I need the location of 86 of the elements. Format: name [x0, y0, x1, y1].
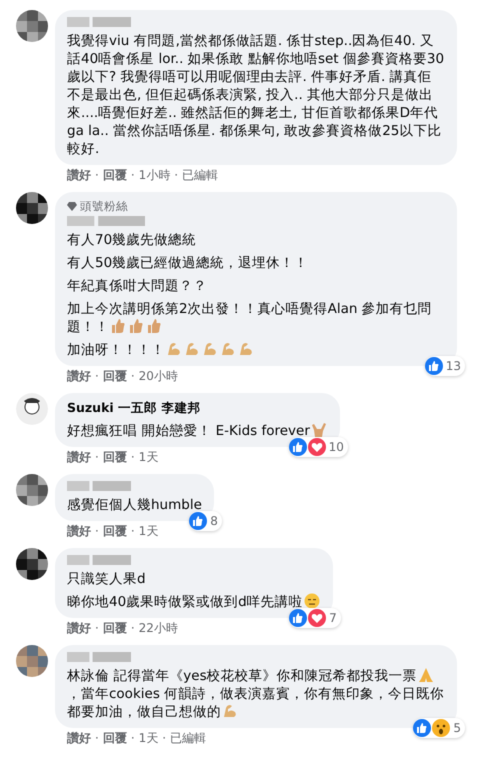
thumbs-up-icon	[128, 318, 144, 334]
blurred-name	[67, 555, 131, 565]
separator-dot: ·	[130, 168, 135, 182]
comment-text: 好想瘋狂唱 開始戀愛！ E-Kids forever	[67, 422, 328, 440]
separator-dot: ·	[130, 731, 135, 745]
wow-reaction-icon	[432, 719, 450, 737]
action-link[interactable]: 讚好	[67, 731, 91, 745]
separator-dot: ·	[130, 369, 135, 383]
love-reaction-icon	[308, 438, 326, 456]
action-link[interactable]: 回覆	[102, 168, 127, 182]
separator-dot: ·	[95, 731, 99, 745]
like-reaction-icon	[424, 357, 443, 375]
action-link[interactable]: 回覆	[102, 621, 127, 635]
separator-dot: ·	[162, 731, 166, 745]
comment-meta: 20小時	[138, 369, 178, 383]
reaction-number: 8	[210, 514, 218, 528]
like-reaction-icon	[289, 609, 308, 627]
comment-meta: 1小時	[138, 168, 170, 182]
comment-meta: 1天	[138, 450, 158, 464]
comment-text: 林詠倫 記得當年《yes校花校草》你和陳冠希都投我一票 ，當年cookies 何韻詩，做表演嘉賓，你有無印象，今日既你都要加油，做自己想做的	[67, 667, 445, 721]
flexed-arm-icon	[202, 341, 218, 357]
avatar[interactable]	[16, 393, 48, 425]
comment-text: 年紀真係咁大問題？？	[67, 277, 208, 295]
like-reaction-icon	[288, 438, 307, 456]
like-reaction-icon	[413, 719, 432, 737]
flexed-arm-icon	[184, 341, 200, 357]
thumbs-up-icon	[146, 318, 162, 334]
badge-label: 頭號粉絲	[80, 199, 128, 214]
love-reaction-icon	[308, 609, 326, 627]
hand-icon	[310, 422, 327, 438]
separator-dot: ·	[95, 621, 99, 635]
comment-text: 睇你地40歲果時做緊或做到d咩先講啦	[67, 593, 321, 611]
comment-text: 感覺佢個人幾humble	[67, 496, 202, 514]
like-reaction-icon	[189, 512, 208, 530]
action-link[interactable]: 讚好	[67, 369, 91, 383]
reaction-number: 13	[446, 359, 461, 373]
separator-dot: ·	[174, 168, 178, 182]
reaction-count[interactable]: 7	[289, 608, 341, 628]
action-link[interactable]: 回覆	[102, 369, 127, 383]
action-link[interactable]: 回覆	[102, 524, 127, 538]
author-name[interactable]: Suzuki 一五郎 李建邦	[67, 400, 328, 417]
separator-dot: ·	[95, 369, 99, 383]
action-link[interactable]: 讚好	[67, 524, 91, 538]
comment-meta: 已編輯	[182, 168, 218, 182]
reaction-count[interactable]: 13	[424, 356, 465, 376]
blurred-name	[67, 17, 131, 27]
action-link[interactable]: 回覆	[102, 731, 127, 745]
face-icon	[304, 593, 320, 609]
comment-text: 有人70幾歲先做總統	[67, 231, 198, 249]
reaction-number: 5	[453, 721, 461, 735]
comment-meta: 22小時	[138, 621, 178, 635]
comment-text: 加上今次講明係第2次出發！！真心唔覺得Alan 參加有乜問題！！	[67, 300, 433, 336]
thumbs-up-icon	[110, 318, 126, 334]
separator-dot: ·	[95, 524, 99, 538]
avatar[interactable]	[16, 10, 48, 42]
reaction-count[interactable]: 5	[413, 718, 465, 738]
avatar[interactable]	[16, 192, 48, 224]
comment-text: 我覺得viu 有問題,當然都係做話題. 係甘step..因為佢40. 又話40唔會係星 lor.. 如果係敢 點解你地唔set 個參賽資格要30歲以下? 我覺得唔可以用呢個理由去評. 件事好矛盾. 講真佢不是最出色, 但佢起碼係表演緊, 投入.. 其他大部分只是做出來....唔覺佢好差.. 雖然話佢的舞老土, 甘佢首歌都係果D年代ga la.. 當然你話唔係星. 都係果句, 敢改參賽資格做25以下比較好.	[67, 32, 445, 158]
comment-meta: 1天	[138, 524, 158, 538]
diamond-icon	[67, 202, 77, 211]
flexed-arm-icon	[166, 341, 182, 357]
flexed-arm-icon	[220, 341, 236, 357]
action-link[interactable]: 讚好	[67, 621, 91, 635]
flexed-arm-icon	[238, 341, 254, 357]
reaction-number: 7	[329, 611, 337, 625]
separator-dot: ·	[95, 450, 99, 464]
separator-dot: ·	[130, 450, 135, 464]
comment-text: 只識笑人果d	[67, 570, 147, 588]
blurred-name	[67, 481, 131, 491]
comment-meta: 已編輯	[170, 731, 206, 745]
comment-text: 有人50幾歲已經做過總統，退埋休！！	[67, 254, 310, 272]
action-link[interactable]: 回覆	[102, 450, 127, 464]
reaction-number: 10	[328, 440, 344, 454]
separator-dot: ·	[130, 621, 135, 635]
reaction-count[interactable]: 10	[288, 437, 348, 457]
flexed-arm-icon	[222, 703, 238, 719]
separator-dot: ·	[95, 168, 99, 182]
comment-text: 加油呀！！！！	[67, 341, 445, 359]
avatar[interactable]	[16, 548, 48, 580]
reaction-count[interactable]: 8	[189, 511, 222, 531]
avatar[interactable]	[16, 474, 48, 506]
action-link[interactable]: 讚好	[67, 168, 91, 182]
action-link[interactable]: 讚好	[67, 450, 91, 464]
separator-dot: ·	[130, 524, 135, 538]
blurred-name	[67, 652, 131, 662]
comment-meta: 1天	[138, 731, 158, 745]
